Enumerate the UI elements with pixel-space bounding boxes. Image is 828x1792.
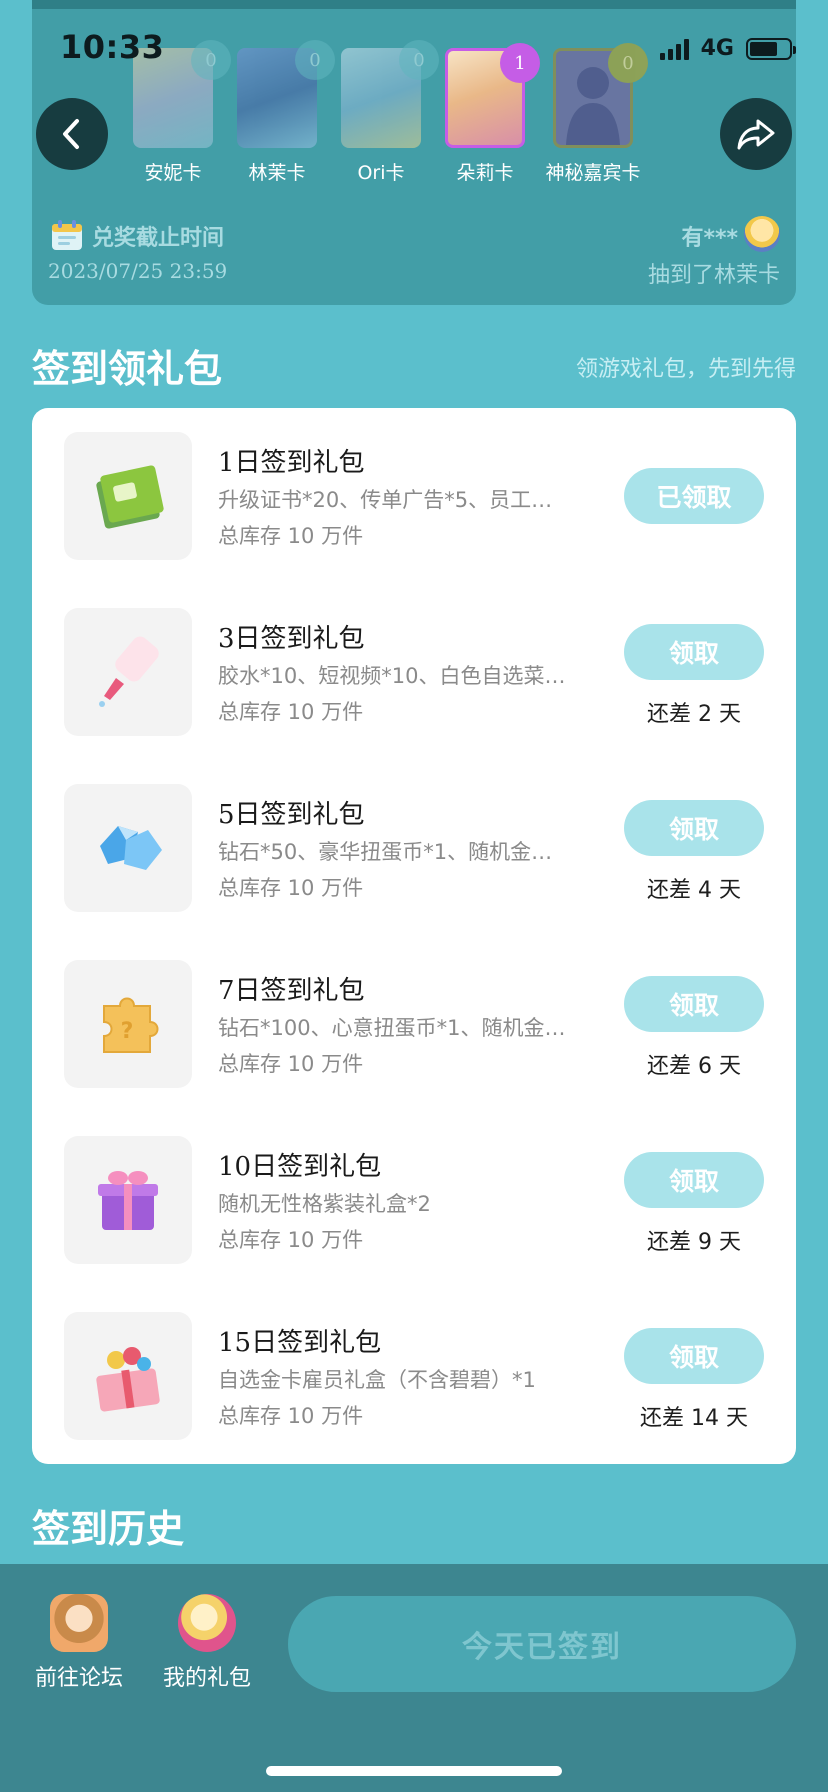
claimed-button[interactable]: 已领取 bbox=[624, 468, 764, 524]
gift-description: 钻石*50、豪华扭蛋币*1、随机金… bbox=[218, 840, 553, 864]
forum-label: 前往论坛 bbox=[34, 1666, 123, 1691]
gift-title: 10日签到礼包 bbox=[218, 1152, 382, 1182]
history-section-title: 签到历史 bbox=[32, 1507, 185, 1551]
svg-text:?: ? bbox=[121, 1019, 134, 1044]
days-remaining: 还差 2 天 bbox=[647, 702, 741, 727]
forum-app-icon bbox=[50, 1594, 108, 1652]
status-indicators: 4G bbox=[659, 36, 796, 61]
gift-description: 胶水*10、短视频*10、白色自选菜… bbox=[218, 664, 566, 688]
gift-title: 5日签到礼包 bbox=[218, 800, 365, 830]
gift-title: 3日签到礼包 bbox=[218, 624, 365, 654]
claim-button[interactable]: 领取 bbox=[624, 800, 764, 856]
days-remaining: 还差 6 天 bbox=[647, 1054, 741, 1079]
gift-section-hint: 领游戏礼包，先到先得 bbox=[575, 357, 796, 382]
card-ori-image: 0 bbox=[341, 40, 439, 148]
gift-title: 7日签到礼包 bbox=[218, 976, 365, 1006]
winner-username: 有*** bbox=[681, 226, 738, 251]
calendar-icon bbox=[52, 220, 82, 250]
gift-row-day10: 10日签到礼包 随机无性格紫装礼盒*2 总库存 10 万件 领取 还差 9 天 bbox=[32, 1136, 796, 1264]
card-mystery-guest[interactable]: 0 神秘嘉宾卡 bbox=[538, 43, 648, 185]
card-linmo[interactable]: 0 林茉卡 bbox=[222, 40, 335, 185]
card-duoli[interactable]: 1 朵莉卡 bbox=[430, 43, 540, 185]
gift-row-day5: 5日签到礼包 钻石*50、豪华扭蛋币*1、随机金… 总库存 10 万件 领取 还… bbox=[32, 784, 796, 912]
gift-row-day1: 1日签到礼包 升级证书*20、传单广告*5、员工… 总库存 10 万件 已领取 bbox=[32, 432, 796, 560]
card-label: 神秘嘉宾卡 bbox=[545, 162, 641, 184]
signal-icon bbox=[659, 38, 689, 60]
gift-stock: 总库存 10 万件 bbox=[218, 700, 364, 724]
card-label: 林茉卡 bbox=[248, 162, 306, 184]
gift-section-title: 签到领礼包 bbox=[32, 347, 223, 391]
purple-giftbox-icon bbox=[64, 1136, 192, 1264]
forum-button[interactable]: 前往论坛 bbox=[14, 1594, 144, 1692]
card-label: 朵莉卡 bbox=[456, 162, 514, 184]
winner-avatar bbox=[744, 216, 780, 252]
card-duoli-image: 1 bbox=[445, 43, 540, 148]
gift-description: 自选金卡雇员礼盒（不含碧碧）*1 bbox=[218, 1368, 536, 1392]
share-button[interactable] bbox=[720, 98, 792, 170]
days-remaining: 还差 4 天 bbox=[647, 878, 741, 903]
card-mystery-image: 0 bbox=[553, 43, 648, 148]
gift-stock: 总库存 10 万件 bbox=[218, 876, 364, 900]
card-collection-row: 0 安妮卡 0 林茉卡 0 Ori卡 1 朵莉卡 0 神秘嘉宾卡 bbox=[0, 40, 828, 188]
gift-row-day3: 3日签到礼包 胶水*10、短视频*10、白色自选菜… 总库存 10 万件 领取 … bbox=[32, 608, 796, 736]
gift-description: 升级证书*20、传单广告*5、员工… bbox=[218, 488, 553, 512]
card-count-badge: 0 bbox=[608, 43, 648, 83]
chevron-left-icon bbox=[63, 119, 79, 149]
diamond-icon bbox=[64, 784, 192, 912]
home-indicator bbox=[266, 1766, 562, 1776]
status-time: 10:33 bbox=[60, 28, 165, 66]
card-linmo-image: 0 bbox=[237, 40, 335, 148]
bottom-action-bar: 前往论坛 我的礼包 今天已签到 bbox=[0, 1564, 828, 1792]
pink-giftbox-icon bbox=[64, 1312, 192, 1440]
my-gift-label: 我的礼包 bbox=[162, 1666, 251, 1691]
gift-stock: 总库存 10 万件 bbox=[218, 1404, 364, 1428]
card-ori[interactable]: 0 Ori卡 bbox=[326, 40, 439, 185]
card-label: 安妮卡 bbox=[144, 162, 202, 184]
gift-stock: 总库存 10 万件 bbox=[218, 1052, 364, 1076]
my-gift-icon bbox=[178, 1594, 236, 1652]
certificate-icon bbox=[64, 432, 192, 560]
gift-description: 随机无性格紫装礼盒*2 bbox=[218, 1192, 431, 1216]
card-label: Ori卡 bbox=[357, 162, 405, 184]
card-anni[interactable]: 0 安妮卡 bbox=[118, 40, 231, 185]
deadline-date: 2023/07/25 23:59 bbox=[48, 259, 228, 283]
claim-button[interactable]: 领取 bbox=[624, 1152, 764, 1208]
puzzle-icon: ? bbox=[64, 960, 192, 1088]
gift-stock: 总库存 10 万件 bbox=[218, 1228, 364, 1252]
deadline-title: 兑奖截止时间 bbox=[92, 226, 225, 251]
winner-result-text: 抽到了林茉卡 bbox=[647, 263, 780, 288]
gift-title: 15日签到礼包 bbox=[218, 1328, 382, 1358]
gift-row-day7: ? 7日签到礼包 钻石*100、心意扭蛋币*1、随机金… 总库存 10 万件 领… bbox=[32, 960, 796, 1088]
glue-icon bbox=[64, 608, 192, 736]
signed-today-button[interactable]: 今天已签到 bbox=[288, 1596, 796, 1692]
card-count-badge: 1 bbox=[500, 43, 540, 83]
gift-stock: 总库存 10 万件 bbox=[218, 524, 364, 548]
back-button[interactable] bbox=[36, 98, 108, 170]
battery-icon bbox=[746, 37, 796, 60]
claim-button[interactable]: 领取 bbox=[624, 624, 764, 680]
gift-list: 1日签到礼包 升级证书*20、传单广告*5、员工… 总库存 10 万件 已领取 … bbox=[32, 408, 796, 1464]
claim-button[interactable]: 领取 bbox=[624, 1328, 764, 1384]
my-gift-button[interactable]: 我的礼包 bbox=[142, 1594, 272, 1692]
share-icon bbox=[737, 119, 775, 150]
network-label: 4G bbox=[700, 36, 734, 61]
gift-title: 1日签到礼包 bbox=[218, 448, 365, 478]
gift-row-day15: 15日签到礼包 自选金卡雇员礼盒（不含碧碧）*1 总库存 10 万件 领取 还差… bbox=[32, 1312, 796, 1440]
claim-button[interactable]: 领取 bbox=[624, 976, 764, 1032]
days-remaining: 还差 9 天 bbox=[647, 1230, 741, 1255]
days-remaining: 还差 14 天 bbox=[640, 1406, 748, 1431]
gift-description: 钻石*100、心意扭蛋币*1、随机金… bbox=[218, 1016, 566, 1040]
